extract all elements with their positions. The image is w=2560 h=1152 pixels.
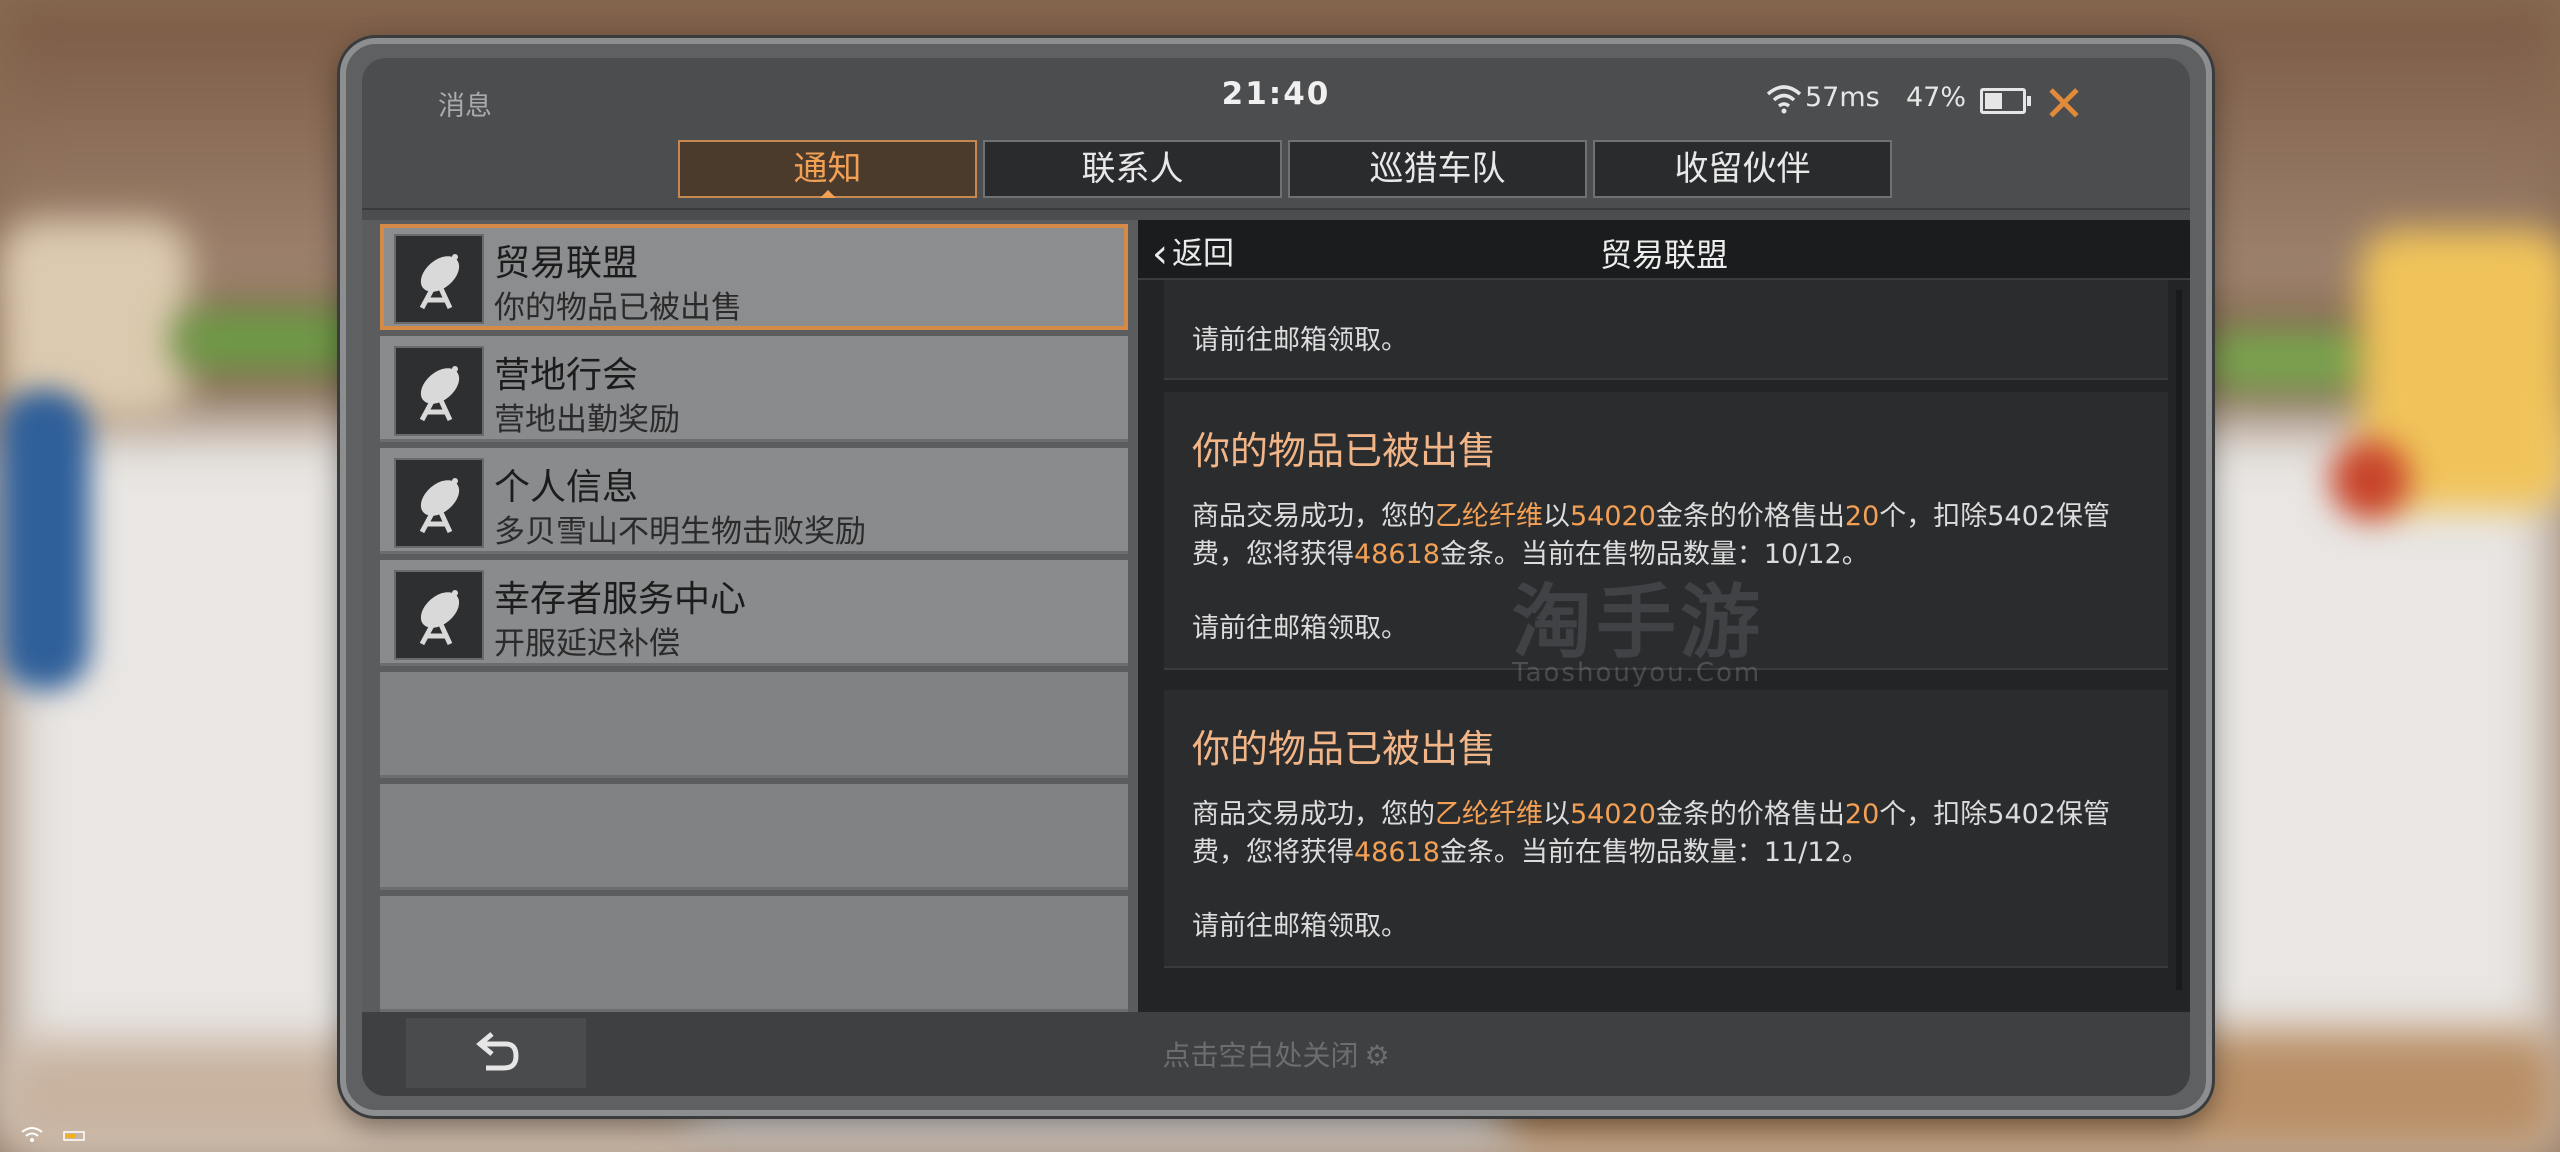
message-card: 你的物品已被出售 商品交易成功，您的乙纶纤维以54020金条的价格售出20个，扣… xyxy=(1164,392,2168,670)
battery-percent: 47% xyxy=(1906,82,1967,113)
message-body: 商品交易成功，您的乙纶纤维以54020金条的价格售出20个，扣除5402保管费，… xyxy=(1192,799,2110,868)
conversation-preview: 多贝雪山不明生物击败奖励 xyxy=(494,514,866,550)
conversation-item-survivor-service[interactable]: 幸存者服务中心 开服延迟补偿 xyxy=(380,560,1128,666)
tab-patrol-convoy[interactable]: 巡猎车队 xyxy=(1288,140,1587,198)
status-bar: 消息 21:40 57ms 47% ✕ xyxy=(362,58,2190,133)
message-card: 你的物品已被出售 商品交易成功，您的乙纶纤维以54020金条的价格售出20个，扣… xyxy=(1164,690,2168,968)
system-status-icons xyxy=(21,1127,85,1142)
device-frame: 消息 21:40 57ms 47% ✕ 通知 联系人 巡猎车队 收留伙伴 贸易联… xyxy=(340,38,2212,1116)
battery-icon xyxy=(1980,88,2031,114)
message-screen: 消息 21:40 57ms 47% ✕ 通知 联系人 巡猎车队 收留伙伴 贸易联… xyxy=(362,58,2190,1096)
conversation-preview: 你的物品已被出售 xyxy=(494,290,742,326)
conversation-preview: 营地出勤奖励 xyxy=(494,402,680,438)
message-detail-panel: ‹ 返回 贸易联盟 请前往邮箱领取。 你的物品已被出售 商品交易成功，您的乙纶纤维… xyxy=(1138,220,2190,1012)
conversation-item-personal-info[interactable]: 个人信息 多贝雪山不明生物击败奖励 xyxy=(380,448,1128,554)
wifi-icon xyxy=(1766,85,1802,114)
close-icon[interactable]: ✕ xyxy=(2024,70,2104,138)
conversation-preview: 开服延迟补偿 xyxy=(494,626,680,662)
detail-header: ‹ 返回 贸易联盟 xyxy=(1138,220,2190,280)
empty-list-slot xyxy=(380,896,1128,1012)
conversation-title: 个人信息 xyxy=(494,467,639,508)
tab-contacts[interactable]: 联系人 xyxy=(983,140,1282,198)
empty-list-slot xyxy=(380,672,1128,778)
conversation-title: 贸易联盟 xyxy=(494,243,639,284)
conversation-list: 贸易联盟 你的物品已被出售 营地行会 营地出勤奖励 个人信息 多贝雪山不明生物击… xyxy=(362,220,1138,1012)
message-pickup-note: 请前往邮箱领取。 xyxy=(1192,911,1408,942)
message-pickup-note: 请前往邮箱领取。 xyxy=(1192,325,1408,356)
message-title: 你的物品已被出售 xyxy=(1192,429,1497,473)
tab-bar: 通知 联系人 巡猎车队 收留伙伴 xyxy=(678,140,1892,198)
ping-value: 57ms xyxy=(1805,82,1880,113)
satellite-dish-icon xyxy=(394,346,484,436)
message-card: 请前往邮箱领取。 xyxy=(1164,280,2168,380)
gear-icon: ⚙ xyxy=(1364,1039,1390,1072)
message-body: 商品交易成功，您的乙纶纤维以54020金条的价格售出20个，扣除5402保管费，… xyxy=(1192,501,2110,570)
empty-list-slot xyxy=(380,784,1128,890)
conversation-title: 营地行会 xyxy=(494,355,639,396)
header-divider xyxy=(362,208,2190,210)
satellite-dish-icon xyxy=(394,458,484,548)
message-scroll-area[interactable]: 请前往邮箱领取。 你的物品已被出售 商品交易成功，您的乙纶纤维以54020金条的… xyxy=(1138,280,2190,1012)
message-title: 你的物品已被出售 xyxy=(1192,727,1497,771)
message-pickup-note: 请前往邮箱领取。 xyxy=(1192,613,1408,644)
detail-title: 贸易联盟 xyxy=(1599,236,1728,274)
scrollbar[interactable] xyxy=(2176,290,2182,990)
close-hint: 点击空白处关闭 ⚙ xyxy=(1162,1039,1390,1072)
tab-notifications[interactable]: 通知 xyxy=(678,140,977,198)
conversation-item-trade-alliance[interactable]: 贸易联盟 你的物品已被出售 xyxy=(380,224,1128,330)
satellite-dish-icon xyxy=(394,234,484,324)
tab-sheltered-partners[interactable]: 收留伙伴 xyxy=(1593,140,1892,198)
bottom-bar[interactable]: 点击空白处关闭 ⚙ xyxy=(362,1012,2190,1096)
conversation-title: 幸存者服务中心 xyxy=(494,579,747,620)
satellite-dish-icon xyxy=(394,570,484,660)
conversation-item-camp-guild[interactable]: 营地行会 营地出勤奖励 xyxy=(380,336,1128,442)
